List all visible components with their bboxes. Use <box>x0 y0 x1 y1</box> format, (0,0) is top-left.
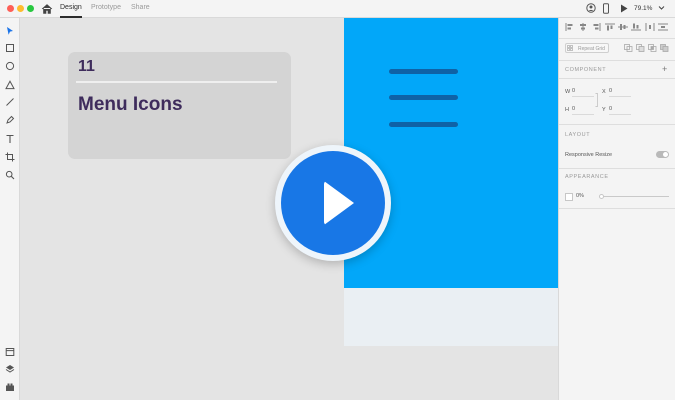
minimize-window-button[interactable] <box>17 5 24 12</box>
y-value: 0 <box>609 106 613 112</box>
tools-panel <box>0 18 20 400</box>
divider <box>559 208 675 209</box>
component-section-header: COMPONENT <box>565 67 607 73</box>
width-value: 0 <box>572 88 576 94</box>
divider <box>559 78 675 79</box>
ellipse-icon[interactable] <box>5 61 15 71</box>
align-left-icon[interactable] <box>565 23 575 31</box>
boolean-intersect-icon[interactable] <box>648 44 657 52</box>
select-icon[interactable] <box>5 26 15 36</box>
zoom-icon[interactable] <box>5 170 15 180</box>
add-component-icon[interactable]: + <box>662 64 667 74</box>
responsive-resize-label: Responsive Resize <box>565 152 613 158</box>
play-icon[interactable] <box>620 4 628 13</box>
close-window-button[interactable] <box>7 5 14 12</box>
distribute-vertical-icon[interactable] <box>658 23 668 31</box>
tab-prototype[interactable]: Prototype <box>91 4 121 11</box>
tab-share[interactable]: Share <box>131 4 150 11</box>
boolean-add-icon[interactable] <box>624 44 633 52</box>
height-value: 0 <box>572 106 576 112</box>
title-card[interactable]: 11 Menu Icons <box>68 52 291 159</box>
height-label: H <box>565 107 569 113</box>
chevron-down-icon[interactable] <box>658 5 665 11</box>
lesson-title: Menu Icons <box>78 94 183 115</box>
property-inspector: Repeat Grid COMPONENT + W 0 X 0 H 0 Y 0 … <box>558 18 675 400</box>
appearance-section-header: APPEARANCE <box>565 174 609 180</box>
align-top-icon[interactable] <box>605 23 615 31</box>
layers-icon[interactable] <box>5 364 15 374</box>
home-icon[interactable] <box>41 3 53 15</box>
menu-line <box>389 69 458 74</box>
zoom-level[interactable]: 79.1% <box>634 5 652 12</box>
opacity-slider-track[interactable] <box>603 196 669 197</box>
divider <box>559 124 675 125</box>
height-field[interactable]: 0 <box>572 106 594 115</box>
align-right-icon[interactable] <box>591 23 601 31</box>
maximize-window-button[interactable] <box>27 5 34 12</box>
tab-design[interactable]: Design <box>60 4 82 11</box>
divider <box>559 38 675 39</box>
x-value: 0 <box>609 88 613 94</box>
play-button-circle <box>281 151 385 255</box>
line-icon[interactable] <box>5 97 15 107</box>
x-field[interactable]: 0 <box>609 88 631 97</box>
lesson-number: 11 <box>78 58 95 75</box>
menu-line <box>389 122 458 127</box>
artboard-icon[interactable] <box>5 152 15 162</box>
y-label: Y <box>602 107 606 113</box>
repeat-grid-icon <box>567 45 573 51</box>
align-middle-icon[interactable] <box>618 23 628 31</box>
responsive-resize-toggle[interactable] <box>656 151 669 158</box>
opacity-checkbox[interactable] <box>565 193 573 201</box>
align-bottom-icon[interactable] <box>631 23 641 31</box>
video-play-button[interactable] <box>275 145 391 261</box>
rectangle-icon[interactable] <box>5 43 15 53</box>
toggle-knob <box>663 152 668 157</box>
x-label: X <box>602 89 606 95</box>
divider <box>559 168 675 169</box>
opacity-value[interactable]: 0% <box>576 193 584 199</box>
divider <box>76 81 277 83</box>
boolean-exclude-icon[interactable] <box>660 44 669 52</box>
text-icon[interactable] <box>5 134 15 144</box>
boolean-subtract-icon[interactable] <box>636 44 645 52</box>
lock-aspect-icon[interactable] <box>595 93 600 107</box>
user-icon[interactable] <box>586 3 596 13</box>
assets-icon[interactable] <box>5 347 15 357</box>
design-canvas[interactable]: 11 Menu Icons <box>20 18 558 400</box>
y-field[interactable]: 0 <box>609 106 631 115</box>
artboard-lower-area <box>344 288 558 346</box>
artboard[interactable] <box>344 18 558 288</box>
align-center-icon[interactable] <box>578 23 588 31</box>
divider <box>559 60 675 61</box>
width-label: W <box>565 89 571 95</box>
layout-section-header: LAYOUT <box>565 132 591 138</box>
play-triangle-icon <box>324 181 354 225</box>
distribute-horizontal-icon[interactable] <box>645 23 655 31</box>
width-field[interactable]: 0 <box>572 88 594 97</box>
mobile-preview-icon[interactable] <box>602 3 610 14</box>
menu-line <box>389 95 458 100</box>
polygon-icon[interactable] <box>5 80 15 90</box>
pen-icon[interactable] <box>5 115 15 125</box>
title-bar: Design Prototype Share 79.1% <box>0 0 675 18</box>
repeat-grid-label: Repeat Grid <box>578 46 605 52</box>
opacity-slider-handle[interactable] <box>599 194 604 199</box>
plugins-icon[interactable] <box>5 382 15 392</box>
